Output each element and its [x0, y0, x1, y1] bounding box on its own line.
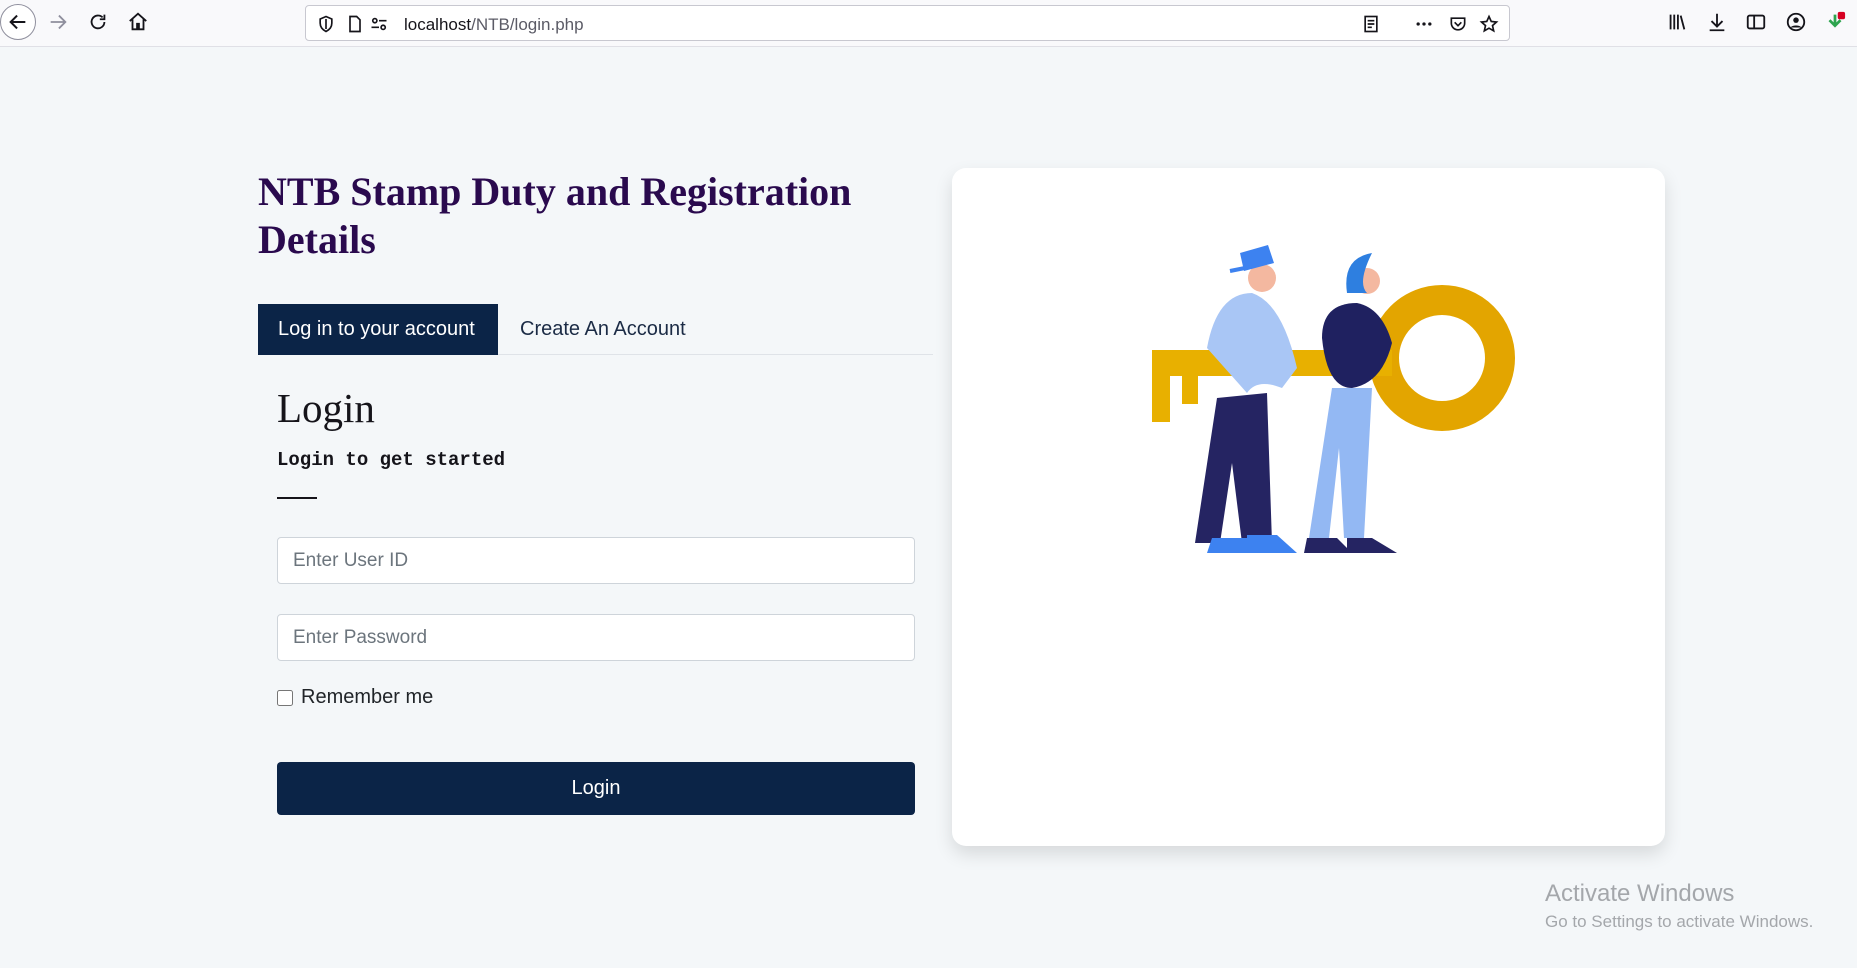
- remember-me[interactable]: Remember me: [277, 686, 433, 709]
- auth-tabs: Log in to your account Create An Account: [258, 304, 933, 355]
- forward-icon: [50, 14, 67, 30]
- pocket-icon[interactable]: [1447, 13, 1469, 35]
- login-button[interactable]: Login: [277, 762, 915, 815]
- url-text[interactable]: localhost/NTB/login.php: [404, 15, 584, 35]
- reader-view-icon[interactable]: [1360, 13, 1382, 35]
- watermark-subtitle: Go to Settings to activate Windows.: [1545, 912, 1814, 931]
- login-heading: Login: [277, 385, 375, 431]
- remember-me-label: Remember me: [301, 686, 434, 708]
- browser-toolbar: localhost/NTB/login.php: [0, 0, 1857, 47]
- back-icon: [9, 14, 26, 30]
- download-icon: [1709, 13, 1725, 32]
- library-button[interactable]: [1659, 4, 1695, 40]
- watermark-title: Activate Windows: [1545, 880, 1735, 907]
- reload-button[interactable]: [80, 4, 116, 40]
- page-title: NTB Stamp Duty and Registration Details: [258, 169, 852, 262]
- more-icon[interactable]: [1413, 13, 1435, 35]
- home-button[interactable]: [120, 4, 156, 40]
- login-subheading: Login to get started: [277, 449, 506, 471]
- forward-button[interactable]: [40, 4, 76, 40]
- remember-me-checkbox[interactable]: [277, 689, 293, 706]
- tab-login[interactable]: Log in to your account: [258, 304, 498, 355]
- shield-icon[interactable]: [315, 13, 337, 35]
- tab-create-account[interactable]: Create An Account: [500, 304, 706, 355]
- sidebar-icon: [1746, 14, 1766, 30]
- reload-icon: [90, 14, 106, 30]
- password-input[interactable]: [277, 614, 915, 661]
- home-icon: [129, 12, 147, 31]
- key-illustration: [1152, 245, 1515, 553]
- bookmark-star-icon[interactable]: [1478, 13, 1500, 35]
- account-button[interactable]: [1778, 4, 1814, 40]
- illustration-card: [952, 168, 1665, 846]
- sidebar-button[interactable]: [1738, 4, 1774, 40]
- back-button[interactable]: [0, 4, 36, 40]
- permissions-icon[interactable]: [368, 13, 390, 35]
- url-bar[interactable]: localhost/NTB/login.php: [305, 5, 1510, 41]
- account-icon: [1786, 12, 1806, 32]
- windows-activation-watermark: Activate Windows Go to Settings to activ…: [1545, 880, 1813, 932]
- user-id-input[interactable]: [277, 537, 915, 584]
- extension-button[interactable]: [1817, 4, 1853, 40]
- page-icon: [344, 13, 366, 35]
- heading-divider: [277, 497, 317, 499]
- library-icon: [1669, 14, 1686, 30]
- download-button[interactable]: [1699, 4, 1735, 40]
- extension-download-icon: [1828, 11, 1846, 28]
